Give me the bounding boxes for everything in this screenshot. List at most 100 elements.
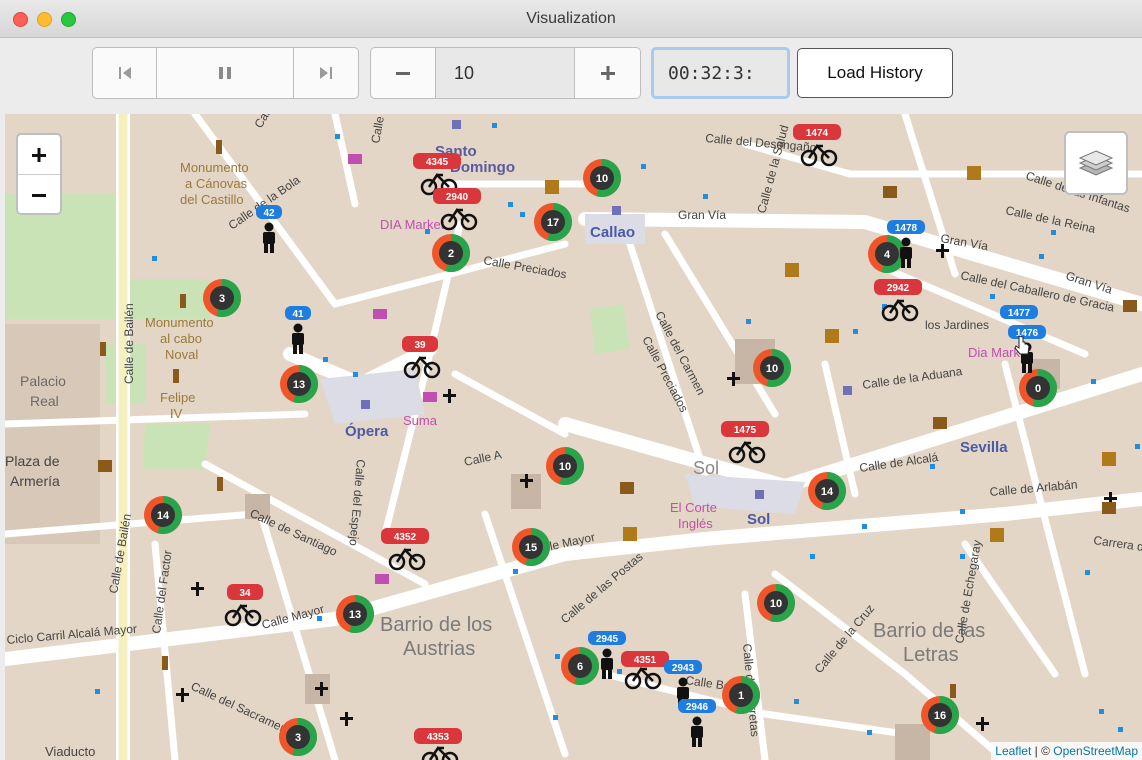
cluster-marker[interactable]: 10	[546, 447, 585, 486]
cluster-count: 6	[577, 661, 583, 673]
label-felipe-2: IV	[170, 406, 183, 421]
person-id-label: 2945	[596, 634, 619, 645]
cluster-marker[interactable]: 10	[583, 159, 622, 197]
cluster-marker[interactable]: 14	[144, 496, 182, 534]
skip-end-button[interactable]	[294, 47, 359, 99]
label-armeria: Armería	[10, 473, 60, 489]
bike-id-label: 39	[414, 340, 426, 351]
bike-id-label: 1475	[734, 425, 757, 436]
toolbar: 10 00:32:3: Load History	[0, 38, 1142, 114]
cluster-marker[interactable]: 2	[432, 234, 471, 272]
street-los-jardines: los Jardines	[925, 318, 989, 332]
person-marker[interactable]: 1477	[1000, 305, 1038, 319]
plus-icon	[600, 66, 615, 80]
label-monumento-noval-3: Noval	[165, 347, 198, 362]
label-el-corte-2: Inglés	[678, 516, 713, 531]
skip-start-button[interactable]	[92, 47, 157, 99]
map-attribution: Leaflet | © OpenStreetMap	[991, 742, 1142, 760]
label-callao: Callao	[590, 224, 635, 241]
person-id-label: 2943	[672, 663, 695, 674]
cluster-marker[interactable]: 6	[561, 647, 599, 685]
bike-id-label: 2940	[446, 192, 469, 203]
label-suma: Suma	[403, 413, 438, 428]
skip-to-end-icon	[320, 67, 332, 79]
title-bar: Visualization	[0, 0, 1142, 38]
increase-speed-button[interactable]	[575, 47, 641, 99]
cluster-marker[interactable]: 13	[336, 595, 375, 633]
label-barrio-letras-2: Letras	[903, 644, 959, 666]
label-sol: Sol	[693, 458, 719, 478]
cluster-count: 15	[525, 542, 537, 554]
bike-id-label: 4345	[426, 157, 449, 168]
cluster-marker[interactable]: 13	[280, 365, 318, 403]
label-palacio: Palacio	[20, 373, 66, 389]
cluster-count: 13	[349, 609, 361, 621]
bike-id-label: 34	[239, 588, 251, 599]
load-history-button[interactable]: Load History	[797, 48, 953, 98]
time-field[interactable]: 00:32:3:	[651, 47, 790, 99]
person-id-label: 1478	[895, 223, 918, 234]
minus-icon	[396, 72, 410, 75]
zoom-in-icon	[32, 147, 46, 162]
cluster-marker[interactable]: 14	[808, 472, 847, 511]
playback-controls	[92, 47, 359, 99]
label-real: Real	[30, 393, 59, 409]
label-monumento-noval-2: al cabo	[160, 331, 202, 346]
label-felipe-1: Felipe	[160, 390, 195, 405]
pause-button[interactable]	[157, 47, 294, 99]
map[interactable]: Santo Domingo Callao Ópera Sol Sol Sevil…	[5, 114, 1142, 760]
leaflet-link[interactable]: Leaflet	[995, 744, 1031, 758]
bike-id-label: 2942	[887, 283, 910, 294]
label-monumento-canovas-2: a Cánovas	[185, 176, 248, 191]
zoom-out-button[interactable]	[18, 175, 60, 214]
skip-to-start-icon	[118, 67, 131, 79]
bike-id-label: 4352	[394, 532, 417, 543]
cluster-count: 4	[884, 249, 891, 261]
person-id-label: 41	[292, 309, 304, 320]
cluster-count: 0	[1035, 383, 1041, 395]
cluster-count: 17	[547, 217, 559, 229]
person-id-label: 1477	[1008, 308, 1031, 319]
cluster-marker[interactable]: 0	[1019, 369, 1057, 407]
label-monumento-noval-1: Monumento	[145, 315, 214, 330]
cluster-count: 13	[293, 379, 305, 391]
zoom-control	[16, 133, 62, 215]
bike-id-label: 1474	[806, 128, 829, 139]
cluster-marker[interactable]: 3	[279, 718, 317, 756]
decrease-speed-button[interactable]	[370, 47, 436, 99]
cluster-count: 2	[448, 248, 454, 260]
cluster-marker[interactable]: 16	[921, 696, 959, 734]
bike-id-label: 4351	[634, 655, 657, 666]
cluster-marker[interactable]: 15	[512, 528, 550, 566]
cluster-marker[interactable]: 10	[757, 584, 795, 622]
cluster-count: 3	[219, 293, 225, 305]
cluster-count: 10	[766, 363, 778, 375]
map-canvas[interactable]: Santo Domingo Callao Ópera Sol Sol Sevil…	[5, 114, 1142, 760]
cluster-marker[interactable]: 3	[203, 279, 242, 317]
cluster-count: 16	[934, 710, 946, 722]
speed-field[interactable]: 10	[436, 47, 575, 99]
zoom-in-button[interactable]	[18, 135, 60, 175]
label-plaza: Plaza de	[5, 453, 60, 469]
cluster-count: 10	[559, 461, 571, 473]
layers-button[interactable]	[1064, 131, 1128, 195]
street-calle-bailen: Calle de Bailén	[122, 303, 136, 384]
cluster-count: 10	[596, 173, 608, 185]
street-gran-via: Gran Vía	[678, 208, 726, 222]
attribution-separator: | ©	[1031, 744, 1054, 758]
pause-icon	[219, 67, 231, 79]
zoom-out-icon	[32, 193, 46, 197]
cluster-count: 14	[821, 486, 834, 498]
cluster-count: 10	[770, 598, 782, 610]
cluster-count: 14	[157, 510, 170, 522]
layers-icon	[1078, 150, 1114, 176]
cluster-marker[interactable]: 17	[534, 203, 572, 241]
bike-id-label: 4353	[427, 732, 450, 743]
cluster-marker[interactable]: 10	[753, 349, 792, 388]
person-id-label: 2946	[686, 702, 709, 713]
cluster-count: 1	[738, 690, 744, 702]
label-viaducto: Viaducto	[45, 744, 95, 759]
label-sol-station: Sol	[747, 511, 770, 528]
cluster-marker[interactable]: 1	[722, 676, 760, 715]
osm-link[interactable]: OpenStreetMap	[1053, 744, 1138, 758]
